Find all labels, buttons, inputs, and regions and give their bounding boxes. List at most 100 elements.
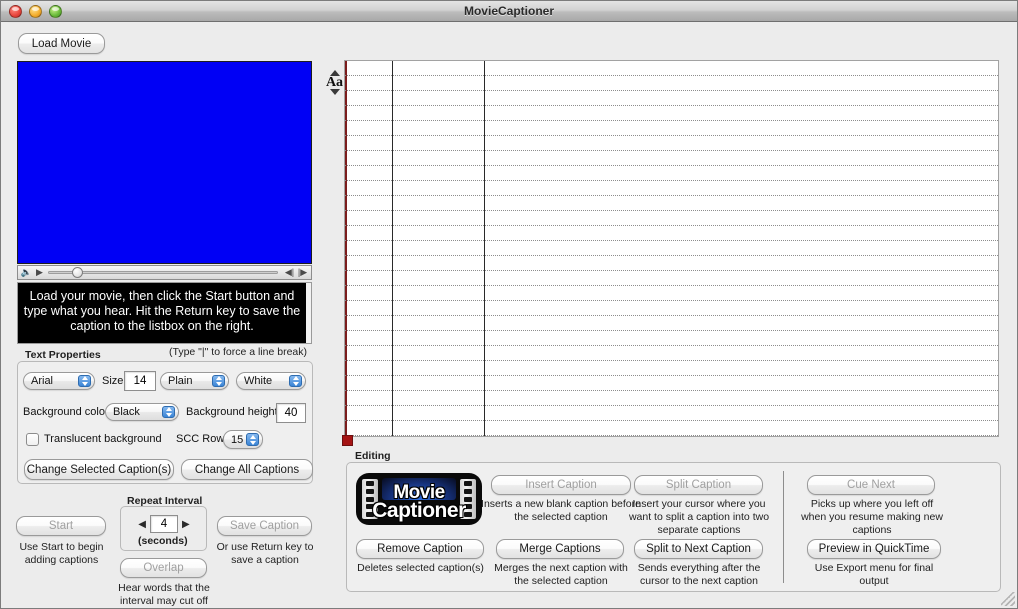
- caption-list-row[interactable]: [345, 136, 998, 151]
- caption-list-row[interactable]: [345, 331, 998, 346]
- caption-listbox[interactable]: [344, 60, 999, 437]
- caption-list-row[interactable]: [345, 61, 998, 76]
- caption-list-row[interactable]: [345, 166, 998, 181]
- text-size-stepper[interactable]: Aa: [326, 61, 343, 103]
- change-all-captions-button[interactable]: Change All Captions: [181, 459, 313, 480]
- font-family-select[interactable]: Arial: [23, 372, 95, 390]
- moviecaptioner-logo: Movie Captioner: [356, 473, 482, 525]
- listbox-position-marker[interactable]: [342, 435, 353, 446]
- caption-list-row[interactable]: [345, 121, 998, 136]
- caption-list-row[interactable]: [345, 151, 998, 166]
- window-resize-grip[interactable]: [1001, 592, 1015, 606]
- background-color-label: Background color: [23, 406, 109, 418]
- caption-list-row[interactable]: [345, 226, 998, 241]
- caption-list-row[interactable]: [345, 211, 998, 226]
- logo-line-2: Captioner: [372, 499, 466, 522]
- text-color-value: White: [244, 375, 273, 387]
- remove-caption-button[interactable]: Remove Caption: [356, 539, 484, 559]
- caption-list-row[interactable]: [345, 241, 998, 256]
- start-button[interactable]: Start: [16, 516, 106, 536]
- caption-preview-text: Load your movie, then click the Start bu…: [18, 283, 306, 343]
- chevron-updown-icon: [246, 433, 259, 446]
- font-style-value: Plain: [168, 375, 193, 387]
- caption-list-row[interactable]: [345, 421, 998, 436]
- movie-preview-area[interactable]: [17, 61, 312, 264]
- chevron-updown-icon: [289, 375, 302, 387]
- step-back-icon[interactable]: ◀|: [283, 268, 296, 277]
- window-titlebar: MovieCaptioner: [1, 1, 1017, 22]
- caption-list-row[interactable]: [345, 346, 998, 361]
- scc-row-label: SCC Row:: [176, 433, 228, 445]
- window-title: MovieCaptioner: [463, 4, 554, 18]
- translucent-background-label: Translucent background: [44, 433, 162, 445]
- caption-list-row[interactable]: [345, 406, 998, 421]
- font-size-input[interactable]: 14: [124, 371, 156, 391]
- merge-captions-button[interactable]: Merge Captions: [496, 539, 624, 559]
- font-style-select[interactable]: Plain: [160, 372, 229, 390]
- caption-list-row[interactable]: [345, 181, 998, 196]
- caption-list-row[interactable]: [345, 196, 998, 211]
- step-forward-icon[interactable]: |▶: [296, 268, 309, 277]
- overlap-button[interactable]: Overlap: [120, 558, 207, 578]
- insert-caption-note: Inserts a new blank caption before the s…: [481, 498, 641, 523]
- save-caption-button[interactable]: Save Caption: [217, 516, 312, 536]
- caption-list-row[interactable]: [345, 286, 998, 301]
- caption-list-row[interactable]: [345, 106, 998, 121]
- translucent-background-checkbox[interactable]: [26, 433, 39, 446]
- triangle-down-icon[interactable]: [329, 88, 340, 95]
- chevron-updown-icon: [78, 375, 91, 387]
- listbox-rows: [345, 61, 998, 436]
- scc-row-select[interactable]: 15: [223, 430, 263, 449]
- merge-captions-note: Merges the next caption with the selecte…: [494, 562, 628, 587]
- caption-list-row[interactable]: [345, 76, 998, 91]
- save-caption-note: Or use Return key to save a caption: [216, 541, 314, 566]
- split-caption-note: Insert your cursor where you want to spl…: [628, 498, 770, 536]
- font-size-label: Size:: [102, 375, 127, 387]
- caption-list-row[interactable]: [345, 391, 998, 406]
- chevron-updown-icon: [212, 375, 225, 387]
- caption-list-row[interactable]: [345, 361, 998, 376]
- arrow-left-icon[interactable]: ◀: [138, 519, 146, 530]
- slider-knob[interactable]: [72, 267, 83, 278]
- line-break-hint: (Type "|" to force a line break): [169, 346, 307, 358]
- cue-next-button[interactable]: Cue Next: [807, 475, 935, 495]
- cue-next-note: Picks up where you left off when you res…: [801, 498, 943, 536]
- scc-row-value: 15: [231, 433, 244, 446]
- text-size-label: Aa: [325, 74, 344, 90]
- caption-list-row[interactable]: [345, 91, 998, 106]
- chevron-updown-icon: [162, 406, 175, 418]
- background-height-input[interactable]: 40: [276, 403, 306, 423]
- split-caption-button[interactable]: Split Caption: [634, 475, 763, 495]
- caption-preview-box[interactable]: Load your movie, then click the Start bu…: [17, 282, 312, 344]
- editing-group-label: Editing: [352, 450, 394, 462]
- caption-list-row[interactable]: [345, 316, 998, 331]
- caption-list-row[interactable]: [345, 376, 998, 391]
- preview-in-quicktime-note: Use Export menu for final output: [814, 562, 934, 587]
- caption-list-row[interactable]: [345, 301, 998, 316]
- play-icon[interactable]: ▶: [33, 268, 46, 277]
- speaker-icon[interactable]: 🔈: [20, 268, 33, 277]
- background-color-value: Black: [113, 406, 140, 418]
- start-button-note: Use Start to begin adding captions: [19, 541, 104, 566]
- background-height-label: Background height: [186, 406, 278, 418]
- playhead-slider[interactable]: [48, 266, 281, 279]
- movie-transport-bar[interactable]: 🔈 ▶ ◀| |▶: [17, 265, 312, 280]
- arrow-right-icon[interactable]: ▶: [182, 519, 190, 530]
- split-to-next-caption-button[interactable]: Split to Next Caption: [634, 539, 763, 559]
- text-color-select[interactable]: White: [236, 372, 306, 390]
- preview-in-quicktime-button[interactable]: Preview in QuickTime: [807, 539, 941, 559]
- caption-list-row[interactable]: [345, 256, 998, 271]
- change-selected-captions-button[interactable]: Change Selected Caption(s): [24, 459, 174, 480]
- split-to-next-caption-note: Sends everything after the cursor to the…: [637, 562, 761, 587]
- insert-caption-button[interactable]: Insert Caption: [491, 475, 631, 495]
- caption-list-row[interactable]: [345, 271, 998, 286]
- repeat-interval-stepper[interactable]: ◀ 4 ▶: [134, 515, 194, 533]
- seconds-label: (seconds): [138, 535, 188, 547]
- editing-divider: [783, 471, 784, 583]
- overlap-button-note: Hear words that the interval may cut off: [118, 582, 210, 607]
- load-movie-button[interactable]: Load Movie: [18, 33, 105, 54]
- repeat-interval-input[interactable]: 4: [150, 515, 178, 533]
- remove-caption-note: Deletes selected caption(s): [357, 562, 484, 574]
- application-window: MovieCaptioner Load Movie 🔈 ▶ ◀| |▶ Load…: [0, 0, 1018, 609]
- background-color-select[interactable]: Black: [105, 403, 179, 421]
